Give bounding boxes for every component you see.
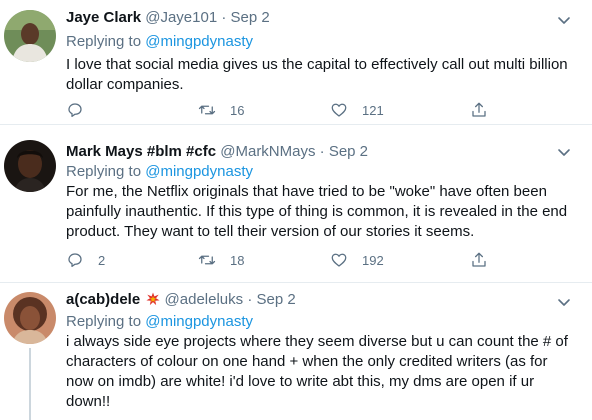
heart-icon	[331, 103, 347, 117]
retweet-button[interactable]: 18	[198, 250, 244, 270]
share-icon	[472, 252, 486, 267]
tweet-header: Jaye Clark @Jaye101 · Sep 2	[66, 8, 270, 28]
user-handle[interactable]: @MarkNMays	[220, 143, 315, 160]
separator: ·	[221, 9, 227, 26]
tweet-header: a(cab)dele @adeleluks · Sep 2	[66, 290, 296, 310]
tweet-mark-mays[interactable]: Mark Mays #blm #cfc @MarkNMays · Sep 2 R…	[0, 124, 592, 282]
share-button[interactable]	[470, 250, 488, 270]
retweet-count: 18	[230, 252, 245, 268]
display-name[interactable]: Mark Mays #blm #cfc	[66, 143, 216, 160]
avatar[interactable]	[4, 292, 56, 344]
reply-icon	[68, 253, 82, 268]
reply-icon	[68, 103, 82, 118]
replying-prefix: Replying to	[66, 163, 142, 180]
user-handle[interactable]: @Jaye101	[145, 9, 217, 26]
replying-to: Replying to @mingpdynasty	[66, 32, 253, 52]
avatar[interactable]	[4, 140, 56, 192]
retweet-icon	[198, 105, 216, 115]
tweet-actions: 16 121	[66, 100, 536, 120]
display-name[interactable]: Jaye Clark	[66, 9, 141, 26]
tweet-header: Mark Mays #blm #cfc @MarkNMays · Sep 2	[66, 142, 368, 162]
avatar-jaye-clark-icon	[4, 10, 56, 62]
retweet-count: 16	[230, 102, 245, 118]
like-count: 192	[362, 252, 384, 268]
mention-link[interactable]: @mingpdynasty	[145, 313, 253, 330]
like-count: 121	[362, 102, 384, 118]
replying-to: Replying to @mingpdynasty	[66, 312, 253, 332]
user-handle[interactable]: @adeleluks	[165, 291, 244, 308]
tweet-jaye-clark[interactable]: Jaye Clark @Jaye101 · Sep 2 Replying to …	[0, 0, 592, 124]
tweet-text: i always side eye projects where they se…	[66, 333, 568, 410]
avatar-adele-icon	[4, 292, 56, 344]
thread-line	[29, 348, 31, 420]
share-button[interactable]	[470, 100, 488, 120]
reply-button[interactable]: 2	[66, 250, 105, 270]
chevron-down-icon[interactable]	[556, 144, 572, 160]
display-name[interactable]: a(cab)dele	[66, 291, 140, 308]
heart-icon	[331, 253, 347, 267]
chevron-down-icon[interactable]	[556, 294, 572, 310]
separator: ·	[247, 291, 253, 308]
avatar[interactable]	[4, 10, 56, 62]
avatar-mark-mays-icon	[4, 140, 56, 192]
like-button[interactable]: 121	[330, 100, 384, 120]
separator: ·	[319, 143, 325, 160]
replying-to: Replying to @mingpdynasty	[66, 162, 253, 182]
mention-link[interactable]: @mingpdynasty	[145, 163, 253, 180]
reply-count: 2	[98, 252, 106, 268]
replying-prefix: Replying to	[66, 33, 142, 50]
collision-emoji-icon	[146, 292, 160, 306]
tweet-text: For me, the Netflix originals that have …	[66, 183, 568, 240]
share-icon	[472, 102, 486, 117]
replying-prefix: Replying to	[66, 313, 142, 330]
mention-link[interactable]: @mingpdynasty	[145, 33, 253, 50]
tweet-date[interactable]: Sep 2	[329, 143, 368, 160]
chevron-down-icon[interactable]	[556, 12, 572, 28]
reply-button[interactable]	[66, 100, 98, 120]
tweet-adele[interactable]: a(cab)dele @adeleluks · Sep 2 Replying t…	[0, 282, 592, 420]
like-button[interactable]: 192	[330, 250, 384, 270]
tweet-date[interactable]: Sep 2	[257, 291, 296, 308]
retweet-icon	[198, 255, 216, 265]
retweet-button[interactable]: 16	[198, 100, 244, 120]
tweet-text: I love that social media gives us the ca…	[66, 56, 568, 93]
tweet-actions: 2 18 192	[66, 250, 536, 270]
tweet-date[interactable]: Sep 2	[231, 9, 270, 26]
